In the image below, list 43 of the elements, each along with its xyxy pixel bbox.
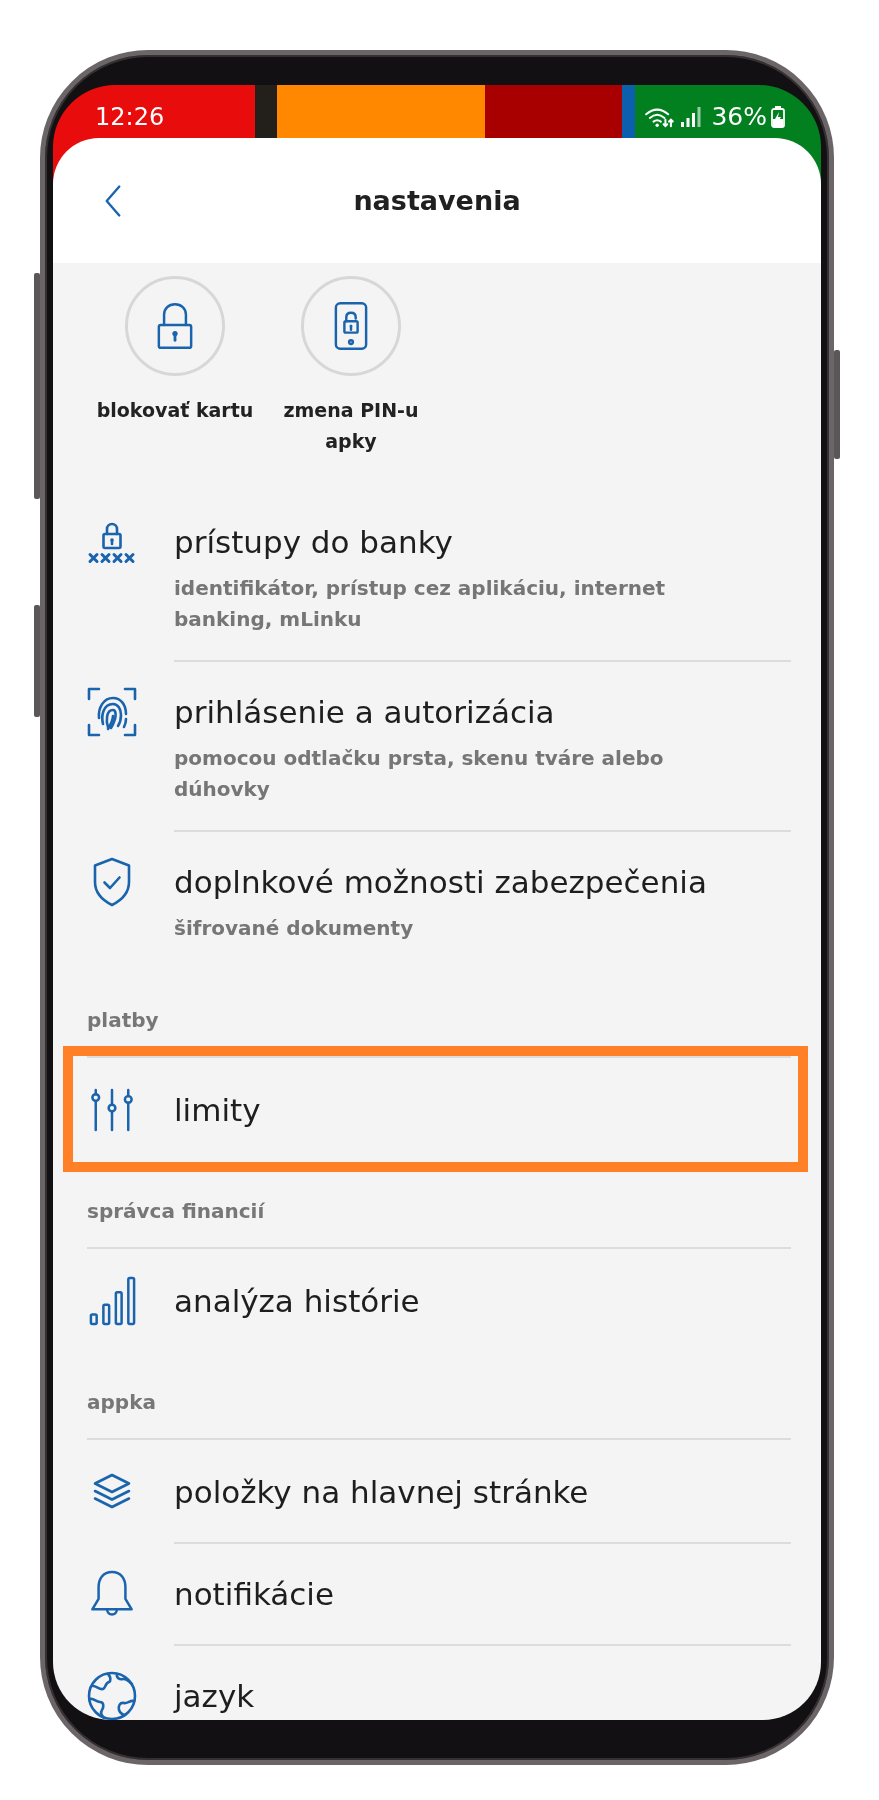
section-heading: platby — [87, 1008, 159, 1032]
section-heading: správca financií — [87, 1199, 265, 1223]
globe-icon — [87, 1671, 137, 1720]
settings-row[interactable]: doplnkové možnosti zabezpečenia šifrované dokumenty — [87, 830, 791, 969]
chevron-left-icon — [104, 183, 122, 218]
shortcut-label: zmena PIN-u apky — [282, 398, 420, 454]
signal-icon — [681, 107, 702, 127]
lock-icon — [156, 301, 194, 351]
shortcut-label: blokovať kartu — [96, 398, 254, 423]
sliders-icon — [90, 1088, 134, 1132]
lock-password-icon — [87, 520, 137, 564]
item-title: limity — [174, 1091, 261, 1130]
item-subtitle: pomocou odtlačku prsta, skenu tváre alebo dúhovky — [174, 745, 665, 803]
fingerprint-icon — [87, 687, 137, 737]
battery-icon — [771, 106, 785, 128]
item-subtitle: identifikátor, prístup cez aplikáciu, internet banking, mLinku — [174, 575, 667, 633]
settings-row[interactable]: notifikácie — [87, 1542, 791, 1644]
item-title: prístupy do banky — [174, 523, 453, 562]
shortcut-button[interactable] — [301, 276, 401, 376]
settings-row[interactable]: prihlásenie a autorizácia pomocou odtlačku prsta, skenu tváre alebo dúhovky — [87, 660, 791, 830]
settings-row[interactable]: analýza histórie — [87, 1249, 791, 1351]
section-heading: appka — [87, 1390, 156, 1414]
item-title: jazyk — [174, 1677, 255, 1716]
phone-lock-icon — [334, 301, 368, 351]
item-title: notifikácie — [174, 1575, 335, 1614]
settings-row[interactable]: položky na hlavnej stránke — [87, 1440, 791, 1542]
status-time: 12:26 — [95, 102, 165, 133]
item-title: doplnkové možnosti zabezpečenia — [174, 863, 707, 902]
item-subtitle: šifrované dokumenty — [174, 915, 414, 942]
settings-row[interactable]: prístupy do banky identifikátor, prístup cez aplikáciu, internet banking, mLinku — [87, 490, 791, 660]
bar-chart-icon — [88, 1276, 136, 1326]
item-title: analýza histórie — [174, 1282, 420, 1321]
shield-check-icon — [92, 857, 132, 907]
bell-icon — [89, 1569, 135, 1619]
wifi-icon — [644, 106, 675, 128]
settings-row[interactable]: jazyk — [87, 1644, 791, 1720]
settings-row[interactable]: limity — [87, 1058, 791, 1160]
shortcut-button[interactable] — [125, 276, 225, 376]
battery-percent: 36% — [711, 101, 767, 133]
item-title: prihlásenie a autorizácia — [174, 693, 555, 732]
item-title: položky na hlavnej stránke — [174, 1473, 589, 1512]
layers-icon — [92, 1473, 132, 1511]
page-title: nastavenia — [353, 183, 521, 218]
